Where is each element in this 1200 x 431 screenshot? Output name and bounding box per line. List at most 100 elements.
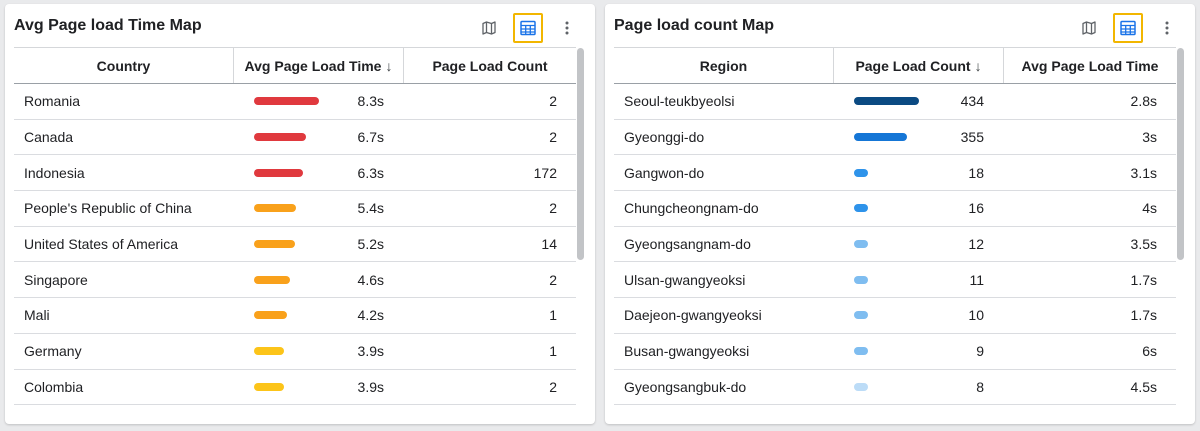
row-value: 1 bbox=[549, 307, 557, 324]
table-row[interactable]: Chungcheongnam-do 16 4s bbox=[614, 191, 1176, 227]
value-bar bbox=[254, 133, 306, 142]
value-bar bbox=[854, 382, 868, 391]
table-row[interactable]: Canada 6.7s 2 bbox=[14, 120, 576, 156]
more-vert-icon bbox=[1165, 21, 1169, 35]
more-options-button[interactable] bbox=[1152, 13, 1182, 43]
table-icon bbox=[520, 20, 536, 36]
column-header-country[interactable]: Country bbox=[14, 48, 234, 83]
bar-value: 12 bbox=[968, 236, 984, 253]
value-bar bbox=[854, 275, 868, 284]
table-header: Region Page Load Count ↓ Avg Page Load Ti… bbox=[614, 47, 1176, 84]
bar-cell: 6.3s bbox=[234, 155, 404, 190]
row-label: Germany bbox=[24, 343, 82, 360]
table-row[interactable]: Ulsan-gwangyeoksi 11 1.7s bbox=[614, 262, 1176, 299]
table-row[interactable]: Singapore 4.6s 2 bbox=[14, 262, 576, 299]
bar-value: 6.7s bbox=[357, 129, 384, 146]
bar-cell: 3.9s bbox=[234, 334, 404, 369]
bar-value: 16 bbox=[968, 200, 984, 217]
panel-header: Page load count Map bbox=[605, 4, 1195, 46]
bar-value: 10 bbox=[968, 307, 984, 324]
bar-cell: 12 bbox=[834, 227, 1004, 262]
value-bar bbox=[854, 168, 868, 177]
table-body: Romania 8.3s 2 Canada 6.7s 2 Indonesia 6.3s 172 P… bbox=[14, 84, 576, 406]
row-label: Colombia bbox=[24, 378, 84, 395]
row-label: Daejeon-gwangyeoksi bbox=[624, 307, 762, 324]
panel-title: Page load count Map bbox=[614, 17, 775, 34]
row-value: 172 bbox=[533, 164, 557, 181]
data-table: Region Page Load Count ↓ Avg Page Load Ti… bbox=[614, 47, 1176, 424]
row-label: Seoul-teukbyeolsi bbox=[624, 93, 735, 110]
row-value: 4.5s bbox=[1130, 378, 1157, 395]
bar-cell: 3.9s bbox=[234, 370, 404, 405]
row-label: Ulsan-gwangyeoksi bbox=[624, 271, 746, 288]
data-table: Country Avg Page Load Time ↓ Page Load Co… bbox=[14, 47, 576, 424]
sort-descending-icon: ↓ bbox=[385, 57, 393, 74]
value-bar bbox=[254, 347, 284, 356]
row-value: 2 bbox=[549, 93, 557, 110]
row-label: Busan-gwangyeoksi bbox=[624, 343, 750, 360]
table-view-button[interactable] bbox=[513, 13, 543, 43]
value-bar bbox=[254, 204, 296, 213]
panel-title: Avg Page load Time Map bbox=[14, 17, 202, 34]
table-row[interactable]: Daejeon-gwangyeoksi 10 1.7s bbox=[614, 298, 1176, 334]
column-header-avg-page-load-time[interactable]: Avg Page Load Time bbox=[1004, 48, 1176, 83]
row-value: 3.1s bbox=[1130, 164, 1157, 181]
value-bar bbox=[254, 168, 303, 177]
row-label: Romania bbox=[24, 93, 81, 110]
row-value: 3s bbox=[1142, 129, 1157, 146]
row-label: Canada bbox=[24, 129, 74, 146]
value-bar bbox=[854, 97, 919, 106]
table-row[interactable]: Colombia 3.9s 2 bbox=[14, 370, 576, 406]
table-header: Country Avg Page Load Time ↓ Page Load Co… bbox=[14, 47, 576, 84]
map-view-button[interactable] bbox=[1074, 13, 1104, 43]
table-row[interactable]: United States of America 5.2s 14 bbox=[14, 227, 576, 263]
bar-cell: 16 bbox=[834, 191, 1004, 226]
table-row[interactable]: Gyeongsangbuk-do 8 4.5s bbox=[614, 370, 1176, 406]
value-bar bbox=[254, 240, 295, 249]
more-options-button[interactable] bbox=[552, 13, 582, 43]
bar-value: 3.9s bbox=[357, 343, 384, 360]
table-row[interactable]: Romania 8.3s 2 bbox=[14, 84, 576, 120]
row-value: 4s bbox=[1142, 200, 1157, 217]
table-row[interactable]: Gyeonggi-do 355 3s bbox=[614, 120, 1176, 156]
bar-cell: 5.4s bbox=[234, 191, 404, 226]
row-value: 2 bbox=[549, 129, 557, 146]
row-value: 1.7s bbox=[1130, 271, 1157, 288]
table-row[interactable]: Seoul-teukbyeolsi 434 2.8s bbox=[614, 84, 1176, 120]
vertical-scrollbar[interactable] bbox=[1177, 48, 1184, 260]
table-row[interactable]: People's Republic of China 5.4s 2 bbox=[14, 191, 576, 227]
column-header-page-load-count[interactable]: Page Load Count ↓ bbox=[834, 48, 1004, 83]
row-value: 14 bbox=[541, 236, 557, 253]
row-value: 2.8s bbox=[1130, 93, 1157, 110]
table-row[interactable]: Germany 3.9s 1 bbox=[14, 334, 576, 370]
bar-cell: 6.7s bbox=[234, 120, 404, 155]
row-value: 3.5s bbox=[1130, 236, 1157, 253]
table-row[interactable]: Indonesia 6.3s 172 bbox=[14, 155, 576, 192]
row-label: Gangwon-do bbox=[624, 164, 705, 181]
table-view-button[interactable] bbox=[1113, 13, 1143, 43]
bar-cell: 355 bbox=[834, 120, 1004, 155]
bar-value: 6.3s bbox=[357, 164, 384, 181]
table-row[interactable]: Busan-gwangyeoksi 9 6s bbox=[614, 334, 1176, 370]
column-header-avg-page-load-time[interactable]: Avg Page Load Time ↓ bbox=[234, 48, 404, 83]
bar-cell: 9 bbox=[834, 334, 1004, 369]
row-value: 1.7s bbox=[1130, 307, 1157, 324]
map-icon bbox=[482, 21, 496, 35]
column-header-region[interactable]: Region bbox=[614, 48, 834, 83]
bar-value: 4.6s bbox=[357, 271, 384, 288]
table-row[interactable]: Gyeongsangnam-do 12 3.5s bbox=[614, 227, 1176, 263]
map-view-button[interactable] bbox=[474, 13, 504, 43]
row-value: 1 bbox=[549, 343, 557, 360]
vertical-scrollbar[interactable] bbox=[577, 48, 584, 260]
panel-header: Avg Page load Time Map bbox=[5, 4, 595, 46]
table-row[interactable]: Gangwon-do 18 3.1s bbox=[614, 155, 1176, 192]
value-bar bbox=[254, 311, 287, 320]
sort-descending-icon: ↓ bbox=[974, 57, 982, 74]
row-label: Gyeongsangnam-do bbox=[624, 236, 751, 253]
table-row[interactable]: Mali 4.2s 1 bbox=[14, 298, 576, 334]
bar-value: 434 bbox=[960, 93, 984, 110]
bar-cell: 4.2s bbox=[234, 298, 404, 333]
avg-page-load-time-panel: Avg Page load Time Map Country Avg Page … bbox=[5, 4, 595, 424]
bar-cell: 10 bbox=[834, 298, 1004, 333]
column-header-page-load-count[interactable]: Page Load Count bbox=[404, 48, 576, 83]
